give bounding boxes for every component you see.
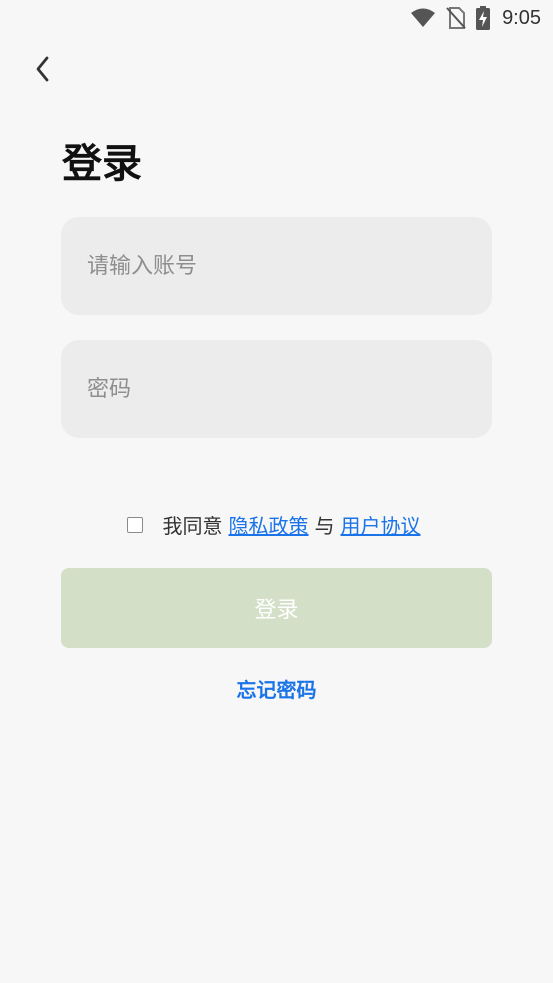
forgot-password-link[interactable]: 忘记密码 — [0, 674, 553, 703]
user-agreement-link[interactable]: 用户协议 — [341, 510, 421, 539]
status-icons: 9:05 — [410, 5, 541, 31]
agreement-row: 我同意 隐私政策 与 用户协议 — [0, 510, 553, 539]
password-field-container — [61, 340, 492, 438]
wifi-icon — [411, 8, 436, 27]
agreement-prefix: 我同意 — [162, 514, 223, 538]
status-bar: 9:05 — [0, 0, 553, 38]
no-sim-icon — [446, 7, 466, 29]
back-button[interactable] — [26, 52, 60, 86]
account-field-container — [61, 217, 492, 315]
login-button[interactable]: 登录 — [61, 568, 492, 648]
privacy-policy-link[interactable]: 隐私政策 — [229, 510, 309, 539]
status-time: 9:05 — [502, 6, 541, 29]
password-input[interactable] — [61, 340, 492, 438]
chevron-left-icon — [36, 56, 49, 82]
account-input[interactable] — [61, 217, 492, 315]
agreement-checkbox[interactable] — [126, 516, 143, 533]
battery-charging-icon — [476, 6, 491, 30]
agreement-connector: 与 — [314, 514, 335, 538]
page-title: 登录 — [62, 141, 142, 187]
